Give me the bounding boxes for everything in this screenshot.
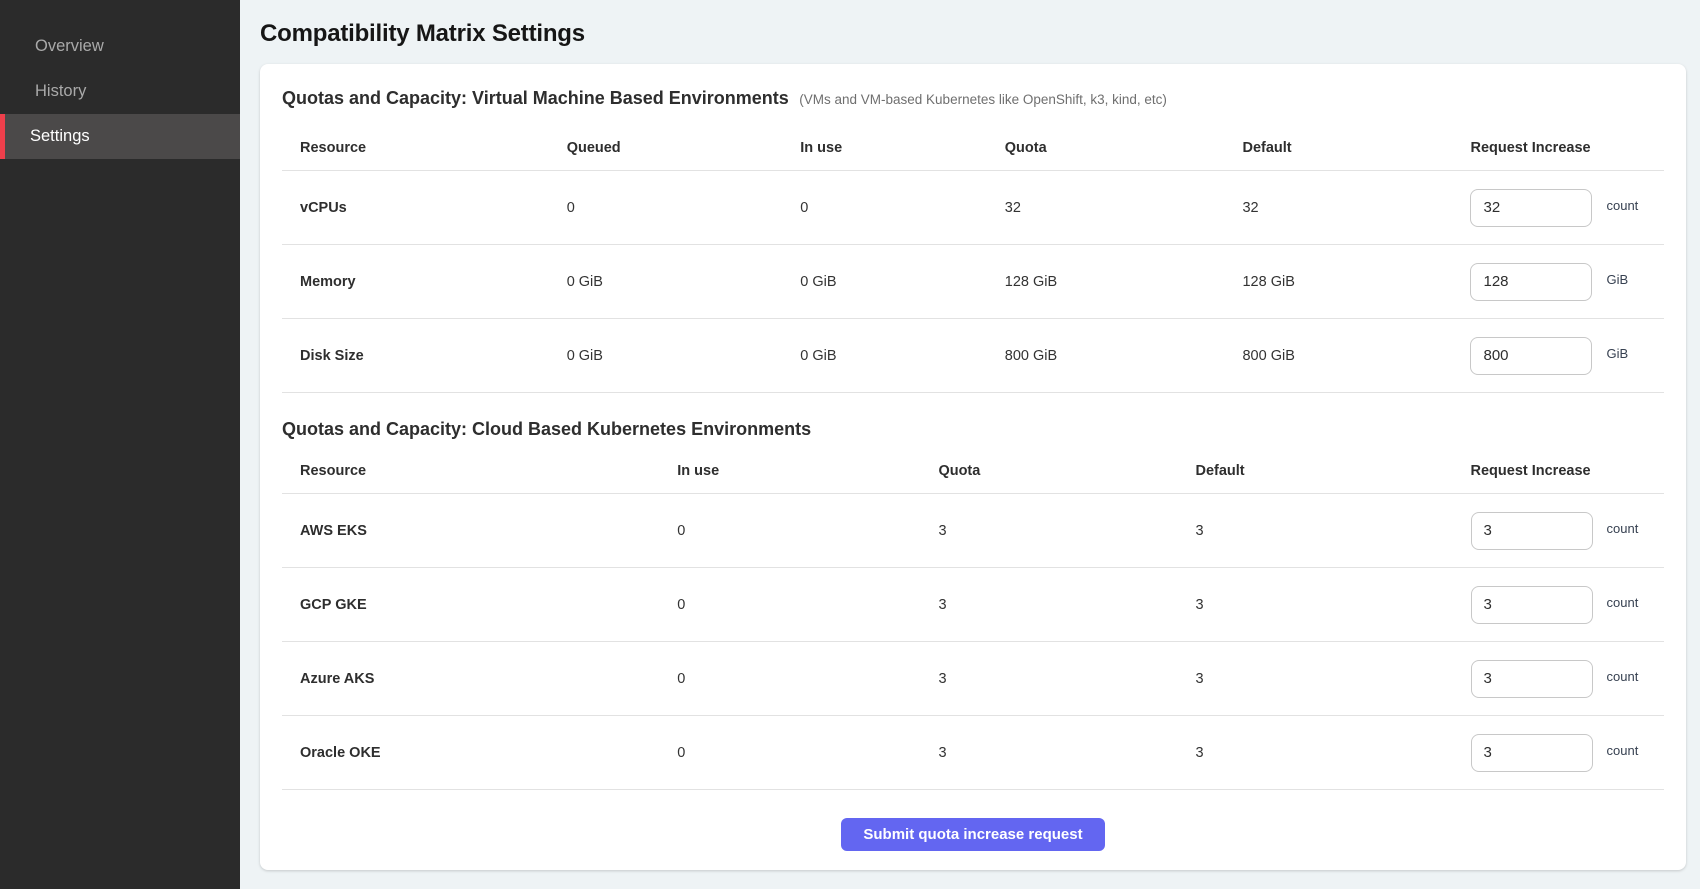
vm-quota-table: Resource Queued In use Quota Default Req… (282, 125, 1664, 393)
table-row-oracle-oke: Oracle OKE 0 3 3 count (282, 716, 1664, 790)
quota-value: 3 (938, 671, 1195, 687)
request-increase-input-azure-aks[interactable] (1471, 660, 1593, 698)
resource-label: Disk Size (282, 348, 567, 364)
unit-label: GiB (1606, 346, 1628, 361)
resource-label: AWS EKS (282, 523, 677, 539)
column-header-request-increase: Request Increase (1470, 140, 1664, 156)
quota-value: 800 GiB (1005, 348, 1243, 364)
default-value: 128 GiB (1242, 274, 1470, 290)
in-use-value: 0 (677, 597, 938, 613)
request-increase-input-oracle-oke[interactable] (1471, 734, 1593, 772)
table-row-vcpus: vCPUs 0 0 32 32 count (282, 171, 1664, 245)
default-value: 3 (1195, 745, 1470, 761)
cloud-section-heading: Quotas and Capacity: Cloud Based Kuberne… (282, 419, 1664, 440)
in-use-value: 0 (677, 523, 938, 539)
unit-label: count (1607, 743, 1639, 758)
queued-value: 0 (567, 200, 801, 216)
unit-label: count (1607, 521, 1639, 536)
request-increase-cell: count (1471, 586, 1665, 624)
request-increase-input-gcp-gke[interactable] (1471, 586, 1593, 624)
request-increase-input-memory[interactable] (1470, 263, 1592, 301)
request-increase-cell: GiB (1470, 337, 1664, 375)
unit-label: count (1607, 669, 1639, 684)
column-header-in-use: In use (800, 140, 1005, 156)
quota-value: 3 (938, 745, 1195, 761)
request-increase-cell: count (1471, 660, 1665, 698)
default-value: 800 GiB (1242, 348, 1470, 364)
column-header-default: Default (1195, 463, 1470, 479)
unit-label: count (1607, 595, 1639, 610)
request-increase-input-aws-eks[interactable] (1471, 512, 1593, 550)
vm-section-title: Quotas and Capacity: Virtual Machine Bas… (282, 88, 789, 108)
unit-label: count (1606, 198, 1638, 213)
queued-value: 0 GiB (567, 348, 801, 364)
sidebar-item-settings[interactable]: Settings (0, 114, 240, 159)
unit-label: GiB (1606, 272, 1628, 287)
sidebar-nav: Overview History Settings (0, 24, 240, 159)
request-increase-input-vcpus[interactable] (1470, 189, 1592, 227)
default-value: 32 (1242, 200, 1470, 216)
default-value: 3 (1195, 523, 1470, 539)
column-header-queued: Queued (567, 140, 801, 156)
table-row-aws-eks: AWS EKS 0 3 3 count (282, 494, 1664, 568)
request-increase-input-disk-size[interactable] (1470, 337, 1592, 375)
column-header-resource: Resource (282, 463, 677, 479)
in-use-value: 0 GiB (800, 348, 1005, 364)
resource-label: Azure AKS (282, 671, 677, 687)
sidebar: Overview History Settings (0, 0, 240, 889)
quota-value: 32 (1005, 200, 1243, 216)
request-increase-cell: GiB (1470, 263, 1664, 301)
table-header-row: Resource Queued In use Quota Default Req… (282, 125, 1664, 171)
vm-section-heading: Quotas and Capacity: Virtual Machine Bas… (282, 88, 1664, 109)
table-header-row: Resource In use Quota Default Request In… (282, 448, 1664, 494)
in-use-value: 0 (800, 200, 1005, 216)
quota-settings-card: Quotas and Capacity: Virtual Machine Bas… (260, 64, 1686, 870)
quota-value: 3 (938, 597, 1195, 613)
request-increase-cell: count (1471, 734, 1665, 772)
resource-label: vCPUs (282, 200, 567, 216)
queued-value: 0 GiB (567, 274, 801, 290)
column-header-request-increase: Request Increase (1471, 463, 1665, 479)
cloud-quota-table: Resource In use Quota Default Request In… (282, 448, 1664, 790)
column-header-quota: Quota (938, 463, 1195, 479)
in-use-value: 0 (677, 671, 938, 687)
submit-button-row: Submit quota increase request (282, 818, 1664, 851)
sidebar-item-overview[interactable]: Overview (0, 24, 240, 69)
request-increase-cell: count (1470, 189, 1664, 227)
quota-value: 128 GiB (1005, 274, 1243, 290)
column-header-quota: Quota (1005, 140, 1243, 156)
main-content: Compatibility Matrix Settings Quotas and… (240, 0, 1700, 889)
submit-quota-increase-button[interactable]: Submit quota increase request (841, 818, 1104, 851)
table-row-gcp-gke: GCP GKE 0 3 3 count (282, 568, 1664, 642)
column-header-default: Default (1242, 140, 1470, 156)
sidebar-item-history[interactable]: History (0, 69, 240, 114)
vm-section-note: (VMs and VM-based Kubernetes like OpenSh… (799, 92, 1167, 107)
table-row-memory: Memory 0 GiB 0 GiB 128 GiB 128 GiB GiB (282, 245, 1664, 319)
in-use-value: 0 GiB (800, 274, 1005, 290)
default-value: 3 (1195, 671, 1470, 687)
resource-label: Memory (282, 274, 567, 290)
table-row-disk-size: Disk Size 0 GiB 0 GiB 800 GiB 800 GiB Gi… (282, 319, 1664, 393)
quota-value: 3 (938, 523, 1195, 539)
in-use-value: 0 (677, 745, 938, 761)
column-header-resource: Resource (282, 140, 567, 156)
cloud-section-title: Quotas and Capacity: Cloud Based Kuberne… (282, 419, 811, 439)
resource-label: GCP GKE (282, 597, 677, 613)
page-title: Compatibility Matrix Settings (260, 20, 1686, 48)
default-value: 3 (1195, 597, 1470, 613)
resource-label: Oracle OKE (282, 745, 677, 761)
column-header-in-use: In use (677, 463, 938, 479)
request-increase-cell: count (1471, 512, 1665, 550)
table-row-azure-aks: Azure AKS 0 3 3 count (282, 642, 1664, 716)
